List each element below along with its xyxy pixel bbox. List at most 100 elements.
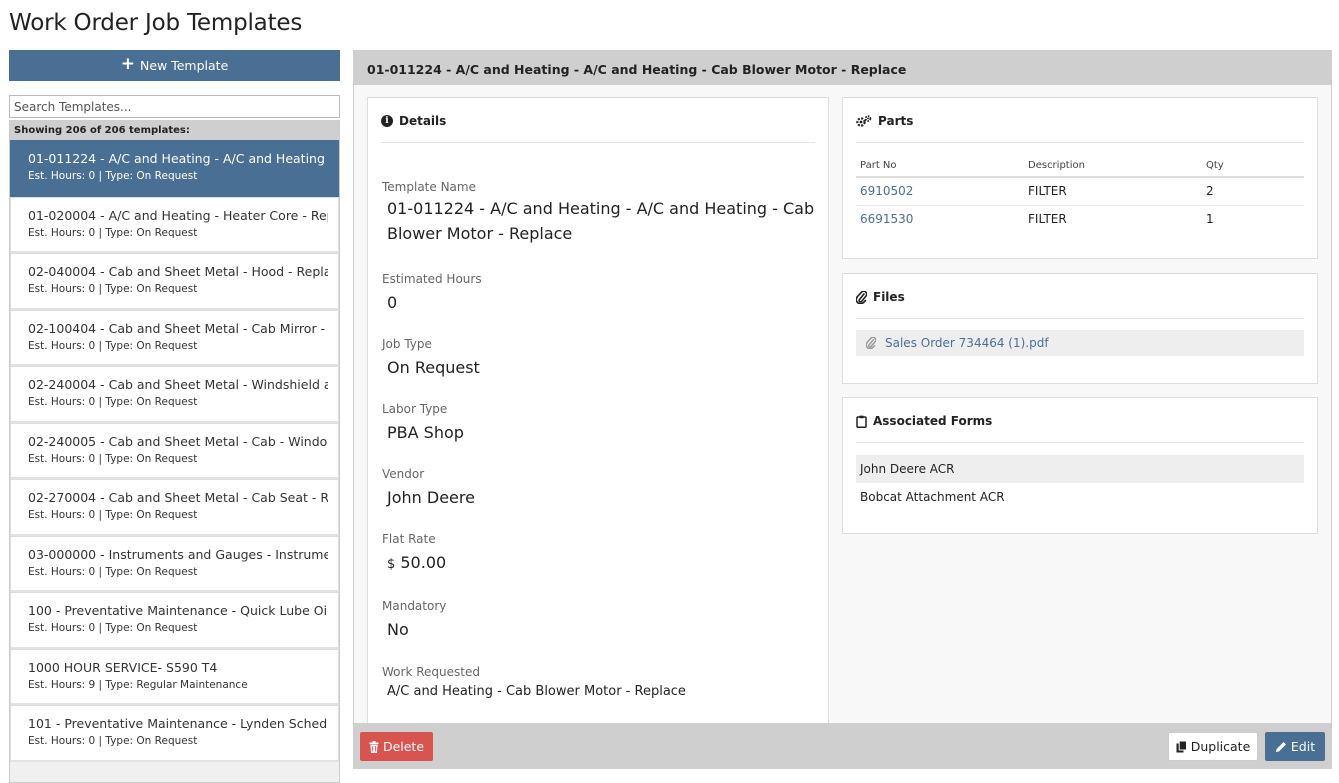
field-value: A/C and Heating - Cab Blower Motor - Rep…: [387, 684, 686, 699]
delete-button[interactable]: Delete: [360, 732, 433, 761]
template-list-item[interactable]: 03-000000 - Instruments and Gauges - Ins…: [10, 535, 339, 592]
template-item-name: 01-020004 - A/C and Heating - Heater Cor…: [28, 207, 328, 223]
template-item-name: 03-000000 - Instruments and Gauges - Ins…: [28, 546, 328, 562]
template-list-item[interactable]: 1000 HOUR SERVICE- S590 T4 Est. Hours: 9…: [10, 648, 339, 705]
copy-icon: [1176, 740, 1187, 752]
column-header: Part No: [856, 155, 1024, 178]
template-list-item[interactable]: 01-020004 - A/C and Heating - Heater Cor…: [10, 196, 339, 253]
showing-count: Showing 206 of 206 templates:: [10, 120, 339, 140]
template-item-name: 02-100404 - Cab and Sheet Metal - Cab Mi…: [28, 320, 328, 336]
template-item-meta: Est. Hours: 0 | Type: On Request: [28, 396, 198, 408]
template-item-meta: Est. Hours: 0 | Type: On Request: [28, 622, 198, 634]
associated-forms-card: Associated Forms John Deere ACR Bobcat A…: [842, 397, 1318, 534]
field-flat-rate: Flat Rate $ 50.00: [382, 532, 828, 577]
part-description: FILTER: [1024, 177, 1202, 206]
field-value: 0: [387, 293, 398, 312]
part-number-link[interactable]: 6691530: [856, 205, 1024, 233]
field-value: No: [387, 620, 409, 639]
template-item-name: 02-040004 - Cab and Sheet Metal - Hood -…: [28, 264, 328, 279]
new-template-button[interactable]: + New Template: [9, 50, 340, 81]
part-qty: 2: [1202, 177, 1304, 206]
table-row: 6691530 FILTER 1: [856, 205, 1304, 233]
cogs-icon: [856, 115, 872, 127]
field-value: On Request: [387, 358, 480, 377]
template-item-meta: Est. Hours: 0 | Type: On Request: [28, 226, 198, 239]
field-value: PBA Shop: [387, 423, 464, 442]
parts-table-header: Part No Description Qty: [856, 155, 1304, 178]
search-templates-input[interactable]: [9, 95, 340, 118]
template-list-item[interactable]: 100 - Preventative Maintenance - Quick L…: [10, 592, 339, 649]
template-item-name: 1000 HOUR SERVICE- S590 T4: [28, 659, 218, 675]
field-value: John Deere: [387, 488, 475, 507]
trash-icon: [369, 740, 379, 753]
field-template-name: Template Name 01-011224 - A/C and Heatin…: [382, 180, 828, 246]
field-label: Labor Type: [382, 402, 448, 416]
template-list-item[interactable]: 02-100404 - Cab and Sheet Metal - Cab Mi…: [10, 309, 339, 366]
parts-table: Part No Description Qty 6910502 FILTER 2…: [856, 155, 1304, 233]
edit-button[interactable]: Edit: [1265, 732, 1325, 761]
files-card-header: Files: [856, 274, 1304, 319]
duplicate-label: Duplicate: [1190, 739, 1251, 754]
template-list-item[interactable]: 02-240004 - Cab and Sheet Metal - Windsh…: [10, 366, 339, 423]
field-label: Estimated Hours: [382, 272, 482, 286]
template-list-item[interactable]: 02-240005 - Cab and Sheet Metal - Cab - …: [10, 422, 339, 479]
file-link[interactable]: Sales Order 734464 (1).pdf: [885, 336, 1049, 350]
part-number-link[interactable]: 6910502: [856, 177, 1024, 206]
template-item-name: 02-240005 - Cab and Sheet Metal - Cab - …: [28, 433, 328, 449]
pencil-icon: [1275, 741, 1286, 752]
files-card: Files Sales Order 734464 (1).pdf: [842, 273, 1318, 384]
parts-card-header: Parts: [856, 98, 1304, 143]
field-job-type: Job Type On Request: [382, 337, 828, 380]
column-header: Qty: [1202, 155, 1304, 178]
field-label: Job Type: [382, 337, 432, 351]
parts-title: Parts: [878, 114, 914, 128]
template-item-meta: Est. Hours: 0 | Type: On Request: [28, 452, 198, 465]
field-work-requested: Work Requested A/C and Heating - Cab Blo…: [382, 665, 828, 704]
field-mandatory: Mandatory No: [382, 599, 828, 642]
edit-label: Edit: [1290, 739, 1316, 754]
currency-symbol: $: [387, 557, 396, 572]
field-value: $ 50.00: [387, 550, 828, 577]
field-label: Vendor: [382, 467, 425, 481]
paperclip-icon: [856, 290, 867, 304]
table-row: 6910502 FILTER 2: [856, 177, 1304, 206]
field-label: Mandatory: [382, 599, 447, 613]
template-detail-header: 01-011224 - A/C and Heating - A/C and He…: [354, 51, 1331, 85]
file-item[interactable]: Sales Order 734464 (1).pdf: [856, 330, 1304, 356]
template-item-meta: Est. Hours: 0 | Type: On Request: [28, 735, 198, 747]
template-item-meta: Est. Hours: 0 | Type: On Request: [28, 565, 198, 578]
page-title: Work Order Job Templates: [9, 10, 303, 36]
template-list-item[interactable]: 02-270004 - Cab and Sheet Metal - Cab Se…: [10, 479, 339, 536]
template-item-meta: Est. Hours: 0 | Type: On Request: [28, 170, 198, 182]
associated-form-item[interactable]: John Deere ACR: [856, 455, 1304, 483]
template-item-name: 01-011224 - A/C and Heating - A/C and He…: [28, 151, 328, 166]
field-label: Work Requested: [382, 665, 480, 679]
part-qty: 1: [1206, 212, 1214, 227]
delete-label: Delete: [382, 739, 425, 754]
clipboard-icon: [856, 415, 867, 428]
template-item-meta: Est. Hours: 0 | Type: On Request: [28, 509, 198, 521]
action-footer: Delete Duplicate Edit: [354, 723, 1331, 768]
associated-form-item[interactable]: Bobcat Attachment ACR: [856, 483, 1304, 511]
field-label: Flat Rate: [382, 532, 436, 546]
flat-rate-amount: 50.00: [400, 553, 447, 572]
template-list-item[interactable]: 02-040004 - Cab and Sheet Metal - Hood -…: [10, 253, 339, 310]
field-value: 01-011224 - A/C and Heating - A/C and He…: [387, 199, 815, 243]
template-list-item[interactable]: 01-011224 - A/C and Heating - A/C and He…: [10, 140, 339, 197]
duplicate-button[interactable]: Duplicate: [1168, 732, 1258, 761]
template-list-item[interactable]: 101 - Preventative Maintenance - Lynden …: [10, 705, 339, 762]
forms-title: Associated Forms: [873, 414, 993, 428]
template-item-name: 100 - Preventative Maintenance - Quick L…: [28, 603, 328, 618]
part-description: FILTER: [1028, 212, 1067, 227]
new-template-label: New Template: [139, 58, 229, 73]
field-vendor: Vendor John Deere: [382, 467, 828, 510]
details-card-header: i Details: [381, 98, 815, 143]
template-item-name: 02-270004 - Cab and Sheet Metal - Cab Se…: [28, 490, 328, 505]
template-item-meta: Est. Hours: 0 | Type: On Request: [28, 339, 198, 352]
files-title: Files: [873, 290, 905, 304]
forms-card-header: Associated Forms: [856, 398, 1304, 443]
template-item-meta: Est. Hours: 0 | Type: On Request: [28, 283, 198, 295]
template-item-meta: Est. Hours: 9 | Type: Regular Maintenanc…: [28, 678, 248, 691]
template-item-name: 02-240004 - Cab and Sheet Metal - Windsh…: [28, 377, 328, 392]
column-header: Description: [1024, 155, 1202, 178]
